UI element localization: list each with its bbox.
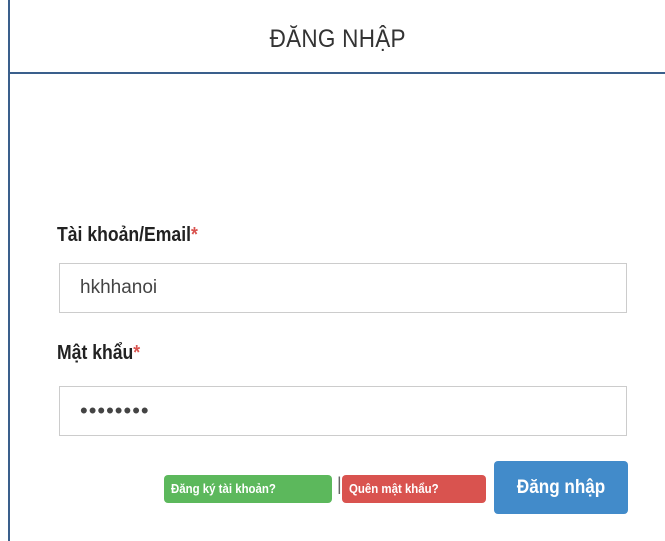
register-link-label: Đăng ký tài khoản? [171,481,276,496]
username-label: Tài khoản/Email* [57,224,198,247]
username-input[interactable] [59,263,627,313]
password-input[interactable] [59,386,627,436]
login-panel: ĐĂNG NHẬP Tài khoản/Email* Mật khẩu* Đăn… [8,0,665,541]
username-label-text: Tài khoản/Email [57,224,191,246]
password-label-text: Mật khẩu [57,342,134,364]
forgot-password-label: Quên mật khẩu? [349,481,439,496]
register-link[interactable]: Đăng ký tài khoản? [164,475,332,503]
page-title: ĐĂNG NHẬP [269,24,406,53]
login-button-label: Đăng nhập [516,476,606,498]
login-button[interactable]: Đăng nhập [494,461,628,514]
forgot-password-link[interactable]: Quên mật khẩu? [342,475,486,503]
password-label: Mật khẩu* [57,342,140,365]
username-required-mark: * [190,224,198,246]
login-header: ĐĂNG NHẬP [10,0,665,74]
link-separator: | [337,474,342,494]
password-required-mark: * [133,342,141,364]
